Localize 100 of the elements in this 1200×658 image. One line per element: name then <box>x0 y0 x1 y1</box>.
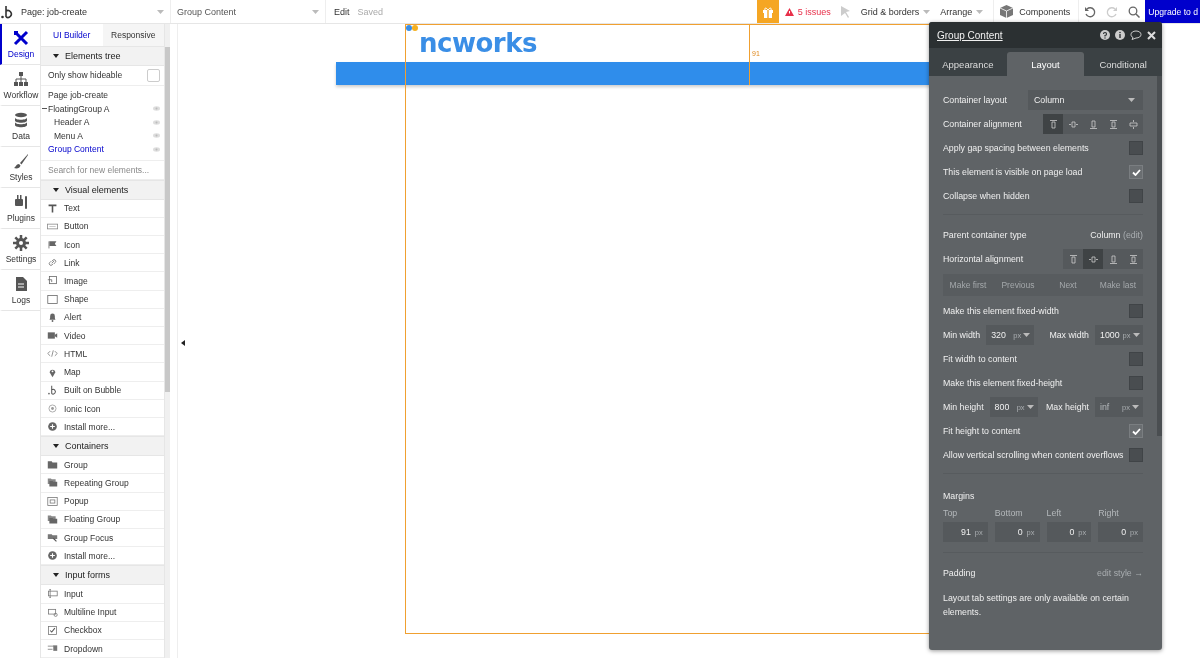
field-label: Max width <box>1049 330 1089 340</box>
page-dropdown[interactable]: Page: job-create <box>15 0 171 23</box>
element-item[interactable]: Dropdown <box>41 639 164 658</box>
radio-icon <box>47 403 58 414</box>
alignment-button[interactable] <box>1043 114 1063 134</box>
gift-button[interactable] <box>756 0 779 23</box>
checkbox[interactable] <box>1129 304 1143 318</box>
rail-tab[interactable]: Data <box>0 106 40 147</box>
element-item[interactable]: Icon <box>41 235 164 255</box>
layout-dropdown[interactable]: Column <box>1028 90 1143 110</box>
video-camera-icon <box>47 330 58 342</box>
element-item[interactable]: Multiline Input <box>41 603 164 622</box>
caret-icon <box>1128 98 1135 102</box>
checkbox[interactable] <box>1129 424 1143 438</box>
info-icon[interactable] <box>1115 30 1125 40</box>
field-label: Right <box>1098 508 1120 520</box>
section-title: Elements tree <box>65 50 121 61</box>
cursor-icon[interactable] <box>840 5 851 18</box>
crossed-tools-icon <box>13 29 29 46</box>
gear-icon <box>13 234 29 251</box>
rail-tab[interactable]: Styles <box>0 147 40 188</box>
alignment-icon <box>1128 254 1138 264</box>
element-item[interactable]: Text <box>41 199 164 218</box>
checkbox-label: Fit height to content <box>943 426 1021 436</box>
panel-tab[interactable]: Layout <box>1006 52 1085 76</box>
checkbox[interactable] <box>1129 165 1143 179</box>
edit-link[interactable]: Edit <box>334 6 350 17</box>
element-item[interactable]: Input <box>41 585 164 604</box>
element-item[interactable]: Shape <box>41 290 164 309</box>
handle-dots-icon[interactable] <box>406 25 419 31</box>
tree-item[interactable]: Menu A <box>54 130 153 141</box>
eye-icon[interactable] <box>153 106 160 112</box>
hierarchy-icon <box>13 70 29 87</box>
expand-arrow-icon[interactable] <box>53 573 59 578</box>
checkbox[interactable] <box>1129 352 1143 366</box>
field-label: Container layout <box>943 95 1008 105</box>
checkmark-icon <box>1131 168 1141 176</box>
element-item[interactable]: Video <box>41 327 164 346</box>
eye-icon[interactable] <box>153 133 160 139</box>
element-item[interactable]: Alert <box>41 308 164 328</box>
checkbox[interactable] <box>1129 376 1143 390</box>
multiline-input-icon <box>47 606 58 618</box>
element-item[interactable]: Checkbox <box>41 621 164 640</box>
cube-icon <box>1000 5 1014 18</box>
element-item[interactable]: Group Focus <box>41 529 164 548</box>
logo-icon[interactable] <box>1 4 15 19</box>
rail-tab[interactable]: Logs <box>0 270 40 311</box>
checkbox-icon <box>47 624 58 636</box>
element-item[interactable]: Popup <box>41 492 164 511</box>
field-label: Container alignment <box>943 119 1022 129</box>
rail-tab[interactable]: Workflow <box>0 65 40 106</box>
field-label: Min width <box>943 330 981 340</box>
section-title: Visual elements <box>65 184 129 195</box>
checkbox-label: Only show hideable <box>48 70 123 81</box>
element-item[interactable]: HTML <box>41 345 164 364</box>
alignment-button[interactable] <box>1083 249 1103 269</box>
element-item[interactable]: Repeating Group <box>41 474 164 493</box>
element-item[interactable]: Image <box>41 272 164 291</box>
element-item[interactable]: Map <box>41 363 164 382</box>
element-item[interactable]: Floating Group <box>41 510 164 530</box>
upgrade-button[interactable]: Upgrade to d <box>1145 0 1200 23</box>
tree-item[interactable]: Header A <box>54 117 153 128</box>
checkbox[interactable] <box>1129 189 1143 203</box>
panel-tab[interactable]: Appearance <box>929 52 1007 76</box>
tree-item[interactable]: Group Content <box>48 144 153 155</box>
tree-item[interactable]: Page job-create <box>48 90 160 101</box>
close-icon[interactable] <box>1147 30 1156 40</box>
checkbox-label: Fit width to content <box>943 354 1017 364</box>
expand-arrow-icon[interactable] <box>53 53 59 58</box>
element-item[interactable]: Group <box>41 456 164 475</box>
element-item[interactable]: Ionic Icon <box>41 399 164 419</box>
field-value: Column <box>1090 230 1121 240</box>
panel-tab[interactable]: Conditional <box>1084 52 1162 76</box>
alignment-icon <box>1128 119 1138 129</box>
sidebar-tab[interactable]: Responsive <box>102 24 164 46</box>
folder-icon <box>47 459 58 471</box>
rail-tab[interactable]: Plugins <box>0 188 40 229</box>
help-icon[interactable] <box>1100 30 1110 40</box>
tree-item[interactable]: FloatingGroup A <box>48 103 153 114</box>
section-title: Input forms <box>65 570 111 581</box>
expand-arrow-icon[interactable] <box>53 187 59 192</box>
eye-icon[interactable] <box>153 146 160 152</box>
comment-icon[interactable] <box>1130 30 1142 40</box>
issues-button[interactable]: 5 issues <box>784 6 831 17</box>
element-item[interactable]: Button <box>41 217 164 236</box>
menu-dropdown[interactable]: Arrange <box>940 6 984 17</box>
expand-arrow-icon[interactable] <box>53 444 59 449</box>
rail-tab[interactable]: Settings <box>0 229 40 270</box>
plug-icon <box>13 193 29 210</box>
collapse-arrow-icon[interactable] <box>181 340 185 346</box>
element-dropdown[interactable]: Group Content <box>171 0 326 23</box>
element-item[interactable]: Built on Bubble <box>41 381 164 400</box>
checkbox[interactable] <box>1129 141 1143 155</box>
field-label: Bottom <box>994 508 1024 520</box>
alignment-icon <box>1088 254 1098 264</box>
menu-dropdown[interactable]: Grid & borders <box>860 6 931 17</box>
element-item[interactable]: Link <box>41 254 164 273</box>
caret-icon <box>157 9 164 14</box>
checkbox[interactable] <box>1129 448 1143 462</box>
eye-icon[interactable] <box>153 119 160 125</box>
